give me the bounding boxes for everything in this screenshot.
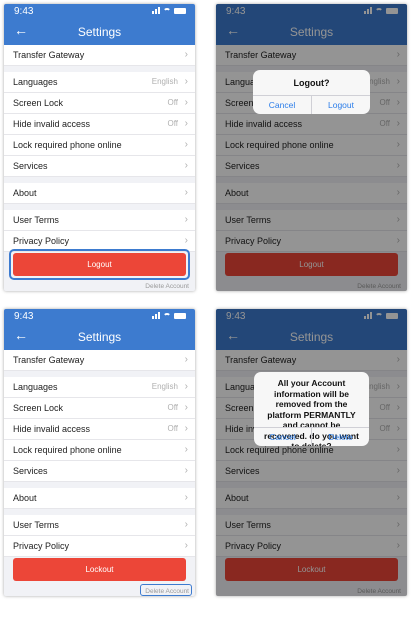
phone-screen-3: 9:43 ← Settings Transfer Gateway › Langu…	[4, 309, 195, 596]
row-value: English	[151, 77, 178, 86]
chevron-right-icon: ›	[184, 160, 188, 171]
highlight-outline	[9, 249, 190, 280]
modal-overlay	[216, 4, 407, 291]
row-label: Lock required phone online	[13, 140, 122, 150]
settings-row[interactable]: Screen Lock Off ›	[4, 398, 195, 419]
settings-row[interactable]: Languages English ›	[4, 377, 195, 398]
action-area: Lockout Delete Account	[4, 552, 195, 596]
dialog-message: Logout?	[293, 78, 330, 88]
phone-screen-2: 9:43 ← Settings Transfer Gateway › Langu…	[216, 4, 407, 291]
chevron-right-icon: ›	[184, 381, 188, 392]
row-label: Screen Lock	[13, 403, 64, 413]
settings-row[interactable]: Services ›	[4, 461, 195, 482]
wifi-icon	[163, 7, 171, 14]
settings-list: Transfer Gateway › Languages English › S…	[4, 45, 195, 252]
settings-row[interactable]: Services ›	[4, 156, 195, 177]
action-area: Logout Delete Account	[4, 247, 195, 291]
status-bar: 9:43	[4, 4, 195, 18]
action-button[interactable]: Lockout	[13, 558, 186, 581]
status-bar: 9:43	[4, 309, 195, 323]
chevron-right-icon: ›	[184, 492, 188, 503]
row-value: Off	[167, 98, 178, 107]
chevron-right-icon: ›	[184, 444, 188, 455]
row-value: Off	[167, 424, 178, 433]
chevron-right-icon: ›	[184, 354, 188, 365]
settings-row[interactable]: Lock required phone online ›	[4, 440, 195, 461]
chevron-right-icon: ›	[184, 423, 188, 434]
chevron-right-icon: ›	[184, 97, 188, 108]
chevron-right-icon: ›	[184, 49, 188, 60]
chevron-right-icon: ›	[184, 402, 188, 413]
chevron-right-icon: ›	[184, 76, 188, 87]
settings-row[interactable]: Transfer Gateway ›	[4, 45, 195, 66]
dialog-cancel-button[interactable]: Cancel	[254, 428, 311, 446]
row-label: Privacy Policy	[13, 541, 70, 551]
chevron-right-icon: ›	[184, 519, 188, 530]
settings-row[interactable]: Hide invalid access Off ›	[4, 419, 195, 440]
row-label: Privacy Policy	[13, 236, 70, 246]
dialog-confirm-button[interactable]: Delete	[311, 428, 369, 446]
delete-account-link[interactable]: Delete Account	[145, 283, 189, 290]
dialog-buttons: Cancel Logout	[253, 95, 370, 114]
chevron-right-icon: ›	[184, 118, 188, 129]
row-label: Hide invalid access	[13, 424, 91, 434]
row-label: Languages	[13, 382, 58, 392]
chevron-right-icon: ›	[184, 235, 188, 246]
signal-icon	[152, 7, 160, 14]
status-icons	[152, 7, 186, 14]
nav-bar: ← Settings	[4, 18, 195, 45]
row-label: Lock required phone online	[13, 445, 122, 455]
settings-row[interactable]: Hide invalid access Off ›	[4, 114, 195, 135]
row-value: English	[151, 382, 178, 391]
wifi-icon	[163, 312, 171, 319]
status-icons	[152, 312, 186, 319]
row-label: Services	[13, 161, 48, 171]
confirm-dialog: All your Account information will be rem…	[254, 372, 369, 446]
battery-icon	[174, 7, 186, 14]
row-label: About	[13, 493, 37, 503]
battery-icon	[174, 312, 186, 319]
page-title: Settings	[77, 25, 122, 39]
dialog-cancel-button[interactable]: Cancel	[253, 96, 311, 114]
row-label: Screen Lock	[13, 98, 64, 108]
settings-row[interactable]: User Terms ›	[4, 210, 195, 231]
highlight-outline	[140, 584, 192, 596]
phone-screen-1: 9:43 ← Settings Transfer Gateway › Langu…	[4, 4, 195, 291]
page-title: Settings	[77, 330, 122, 344]
settings-row[interactable]: About ›	[4, 488, 195, 509]
settings-row[interactable]: Transfer Gateway ›	[4, 350, 195, 371]
modal-overlay	[216, 309, 407, 596]
phone-screen-4: 9:43 ← Settings Transfer Gateway › Langu…	[216, 309, 407, 596]
settings-row[interactable]: Screen Lock Off ›	[4, 93, 195, 114]
settings-row[interactable]: About ›	[4, 183, 195, 204]
chevron-right-icon: ›	[184, 187, 188, 198]
settings-row[interactable]: User Terms ›	[4, 515, 195, 536]
nav-bar: ← Settings	[4, 323, 195, 350]
chevron-right-icon: ›	[184, 214, 188, 225]
chevron-right-icon: ›	[184, 465, 188, 476]
status-time: 9:43	[14, 311, 34, 322]
chevron-right-icon: ›	[184, 540, 188, 551]
settings-list: Transfer Gateway › Languages English › S…	[4, 350, 195, 557]
row-label: Transfer Gateway	[13, 355, 85, 365]
dialog-confirm-button[interactable]: Logout	[311, 96, 370, 114]
confirm-dialog: Logout? Cancel Logout	[253, 70, 370, 114]
row-label: User Terms	[13, 215, 59, 225]
row-label: Transfer Gateway	[13, 50, 85, 60]
settings-row[interactable]: Languages English ›	[4, 72, 195, 93]
signal-icon	[152, 312, 160, 319]
chevron-right-icon: ›	[184, 139, 188, 150]
settings-row[interactable]: Lock required phone online ›	[4, 135, 195, 156]
row-value: Off	[167, 119, 178, 128]
status-time: 9:43	[14, 6, 34, 17]
row-label: User Terms	[13, 520, 59, 530]
row-label: About	[13, 188, 37, 198]
row-value: Off	[167, 403, 178, 412]
row-label: Hide invalid access	[13, 119, 91, 129]
dialog-buttons: Cancel Delete	[254, 427, 369, 446]
row-label: Services	[13, 466, 48, 476]
row-label: Languages	[13, 77, 58, 87]
